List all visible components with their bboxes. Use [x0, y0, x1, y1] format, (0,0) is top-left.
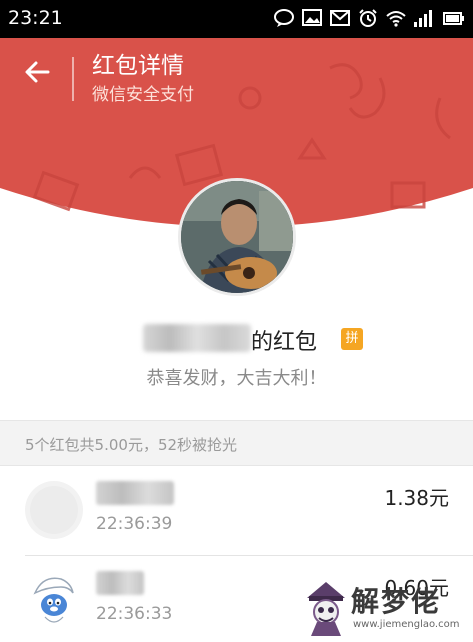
receive-time: 22:36:39	[96, 514, 173, 534]
sender-name-redacted	[143, 324, 251, 352]
sender-avatar[interactable]	[178, 178, 296, 296]
watermark: 解梦佬 www.jiemenglao.com	[303, 580, 471, 640]
wifi-icon	[385, 8, 407, 28]
mail-icon	[329, 8, 351, 28]
receive-time: 22:36:33	[96, 604, 173, 624]
back-button[interactable]	[18, 55, 56, 93]
page-subtitle: 微信安全支付	[92, 85, 194, 105]
receiver-avatar	[25, 481, 83, 539]
status-bar: 23:21	[0, 0, 473, 38]
summary-bar: 5个红包共5.00元，52秒被抢光	[0, 420, 473, 466]
watermark-url: www.jiemenglao.com	[353, 619, 460, 630]
header-divider	[72, 57, 74, 101]
message-icon	[273, 8, 295, 28]
receiver-name-redacted	[96, 481, 174, 505]
receiver-avatar	[25, 571, 83, 629]
page-title: 红包详情	[92, 53, 184, 79]
watermark-text: 解梦佬	[351, 585, 442, 618]
summary-text: 5个红包共5.00元，52秒被抢光	[25, 436, 238, 454]
list-item[interactable]: 22:36:39 1.38元	[0, 466, 473, 556]
alarm-icon	[357, 8, 379, 28]
image-icon	[301, 8, 323, 28]
battery-icon	[443, 8, 465, 28]
pin-badge: 拼	[341, 328, 363, 350]
sender-name-suffix: 的红包	[251, 330, 318, 355]
sender-row: 的红包 拼	[0, 322, 473, 356]
status-icons	[273, 8, 465, 28]
receive-amount: 1.38元	[384, 486, 449, 510]
greeting-text: 恭喜发财，大吉大利！	[146, 368, 327, 389]
signal-icon	[413, 8, 437, 28]
status-time: 23:21	[8, 7, 63, 29]
watermark-logo-icon	[303, 580, 349, 642]
receiver-name-redacted	[96, 571, 144, 595]
back-arrow-icon	[24, 60, 50, 88]
